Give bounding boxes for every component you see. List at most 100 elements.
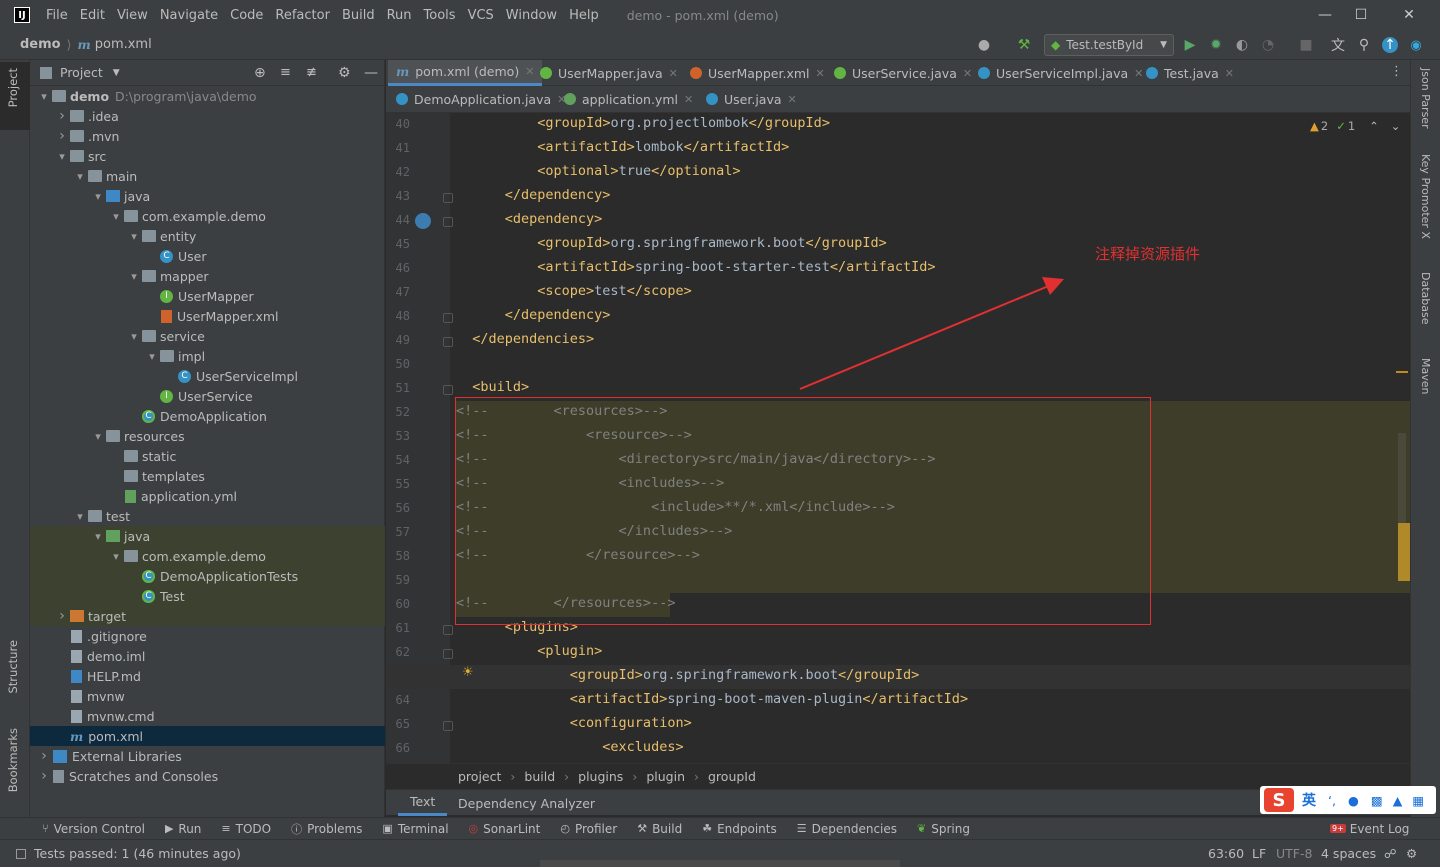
- menu-navigate[interactable]: Navigate: [154, 8, 224, 23]
- menu-help[interactable]: Help: [563, 8, 605, 23]
- tree-item[interactable]: C DemoApplicationTests: [30, 566, 385, 586]
- close-icon[interactable]: ✕: [684, 93, 693, 106]
- editor-tab[interactable]: DemoApplication.java ✕: [388, 86, 574, 112]
- menu-build[interactable]: Build: [336, 8, 381, 23]
- run-configuration-select[interactable]: ◆ Test.testById ▼: [1044, 34, 1174, 56]
- user-icon[interactable]: ●: [976, 37, 992, 53]
- translate-icon[interactable]: 文: [1330, 37, 1346, 54]
- tool-window-profiler[interactable]: ◴ Profiler: [560, 821, 617, 837]
- status-toggle-icon[interactable]: [16, 848, 26, 859]
- project-panel-title[interactable]: Project: [60, 65, 103, 80]
- chevron-down-icon[interactable]: ▾: [92, 430, 104, 443]
- editor-tab[interactable]: UserServiceImpl.java ✕: [970, 60, 1151, 86]
- menu-refactor[interactable]: Refactor: [269, 8, 336, 23]
- tab-dependency-analyzer[interactable]: Dependency Analyzer: [458, 790, 595, 816]
- line-separator[interactable]: LF: [1252, 846, 1266, 861]
- close-icon[interactable]: ✕: [816, 67, 825, 80]
- tree-item[interactable]: ▾ main: [30, 166, 385, 186]
- editor-tab[interactable]: User.java ✕: [698, 86, 805, 112]
- breadcrumb-item[interactable]: project: [458, 769, 501, 784]
- tool-window-todo[interactable]: ≡ TODO: [221, 821, 271, 837]
- stop-icon[interactable]: ■: [1298, 37, 1314, 53]
- tool-window-version-control[interactable]: ⑂ Version Control: [42, 821, 145, 837]
- tool-window-terminal[interactable]: ▣ Terminal: [382, 821, 448, 837]
- close-icon[interactable]: ✕: [1225, 67, 1234, 80]
- ime-toolbar[interactable]: S 英 ‘, ● ▩ ▲ ▦: [1260, 786, 1436, 814]
- tree-item[interactable]: .gitignore: [30, 626, 385, 646]
- tool-window-problems[interactable]: ⓘ Problems: [291, 821, 362, 837]
- lock-icon[interactable]: ☍: [1384, 846, 1397, 861]
- chevron-down-icon[interactable]: ⌄: [1391, 119, 1401, 133]
- horizontal-scrollbar[interactable]: [540, 860, 900, 867]
- plugin-icon[interactable]: ◉: [1408, 37, 1424, 53]
- tree-item[interactable]: ▾ java: [30, 186, 385, 206]
- close-button[interactable]: ✕: [1386, 0, 1432, 30]
- inspection-widget[interactable]: ▲ 2 ✓ 1 ⌃ ⌄: [1310, 119, 1400, 133]
- chevron-up-icon[interactable]: ⌃: [1369, 119, 1379, 133]
- menu-tools[interactable]: Tools: [418, 8, 462, 23]
- tree-item[interactable]: › .mvn: [30, 126, 385, 146]
- chevron-down-icon[interactable]: ▾: [74, 510, 86, 523]
- sogou-icon[interactable]: S: [1264, 788, 1294, 812]
- maven-tool-tab[interactable]: Maven: [1419, 358, 1432, 394]
- more-tabs-icon[interactable]: ⋮: [1390, 64, 1403, 79]
- breadcrumb-file[interactable]: pom.xml: [95, 37, 152, 52]
- chevron-right-icon[interactable]: ›: [56, 108, 68, 124]
- menu-view[interactable]: View: [111, 8, 154, 23]
- tree-item[interactable]: ▾ resources: [30, 426, 385, 446]
- tree-item[interactable]: demo.iml: [30, 646, 385, 666]
- tree-item[interactable]: ▾ java: [30, 526, 385, 546]
- tree-item[interactable]: › Scratches and Consoles: [30, 766, 385, 786]
- expand-all-icon[interactable]: ≡: [280, 65, 291, 80]
- run-icon[interactable]: ▶: [1182, 37, 1198, 53]
- skin-icon[interactable]: ▲: [1393, 793, 1403, 808]
- tree-item[interactable]: › External Libraries: [30, 746, 385, 766]
- tree-item[interactable]: templates: [30, 466, 385, 486]
- tree-item[interactable]: C Test: [30, 586, 385, 606]
- menu-code[interactable]: Code: [224, 8, 269, 23]
- tree-item[interactable]: ▾ test: [30, 506, 385, 526]
- status-message[interactable]: Tests passed: 1 (46 minutes ago): [34, 846, 241, 861]
- menu-edit[interactable]: Edit: [74, 8, 111, 23]
- chevron-down-icon[interactable]: ▾: [128, 230, 140, 243]
- menu-run[interactable]: Run: [381, 8, 418, 23]
- chevron-right-icon[interactable]: ›: [56, 128, 68, 144]
- tree-item[interactable]: application.yml: [30, 486, 385, 506]
- editor-tab[interactable]: Test.java ✕: [1138, 60, 1242, 86]
- file-encoding[interactable]: UTF-8: [1276, 846, 1312, 861]
- tree-item[interactable]: static: [30, 446, 385, 466]
- grid-icon[interactable]: ▦: [1412, 793, 1424, 808]
- gear-icon[interactable]: ⚙: [338, 65, 351, 81]
- editor-tab[interactable]: UserService.java ✕: [826, 60, 980, 86]
- tree-item[interactable]: ▾ src: [30, 146, 385, 166]
- build-hammer-icon[interactable]: ⚒: [1016, 37, 1032, 53]
- notification-icon[interactable]: ⚙: [1406, 846, 1417, 861]
- profile-icon[interactable]: ◔: [1260, 37, 1276, 53]
- chevron-right-icon[interactable]: ›: [38, 748, 50, 764]
- collapse-all-icon[interactable]: ≢: [306, 65, 317, 80]
- tree-item[interactable]: ▾ com.example.demo: [30, 206, 385, 226]
- event-log-button[interactable]: 9+ Event Log: [1330, 822, 1409, 836]
- key-promoter-tool-tab[interactable]: Key Promoter X: [1419, 154, 1432, 239]
- chevron-down-icon[interactable]: ▾: [128, 270, 140, 283]
- tool-window-endpoints[interactable]: ☘ Endpoints: [702, 821, 777, 837]
- tree-item[interactable]: ▾ mapper: [30, 266, 385, 286]
- coverage-icon[interactable]: ◐: [1234, 37, 1250, 53]
- database-tool-tab[interactable]: Database: [1419, 272, 1432, 325]
- tool-window-run[interactable]: ▶ Run: [165, 821, 201, 837]
- chevron-down-icon[interactable]: ▾: [92, 530, 104, 543]
- code-editor[interactable]: 40 41 42 43 44 45 46 47 48 49 50 51 52 53 54 55 56 57 58 59…: [386, 113, 1410, 763]
- chevron-right-icon[interactable]: ›: [38, 768, 50, 784]
- menu-window[interactable]: Window: [500, 8, 563, 23]
- breadcrumb-item[interactable]: build: [524, 769, 555, 784]
- chevron-down-icon[interactable]: ▾: [74, 170, 86, 183]
- chevron-down-icon[interactable]: ▼: [113, 68, 120, 78]
- editor-tab[interactable]: m pom.xml (demo) ✕: [388, 60, 543, 86]
- menu-file[interactable]: File: [40, 8, 74, 23]
- intention-bulb-icon[interactable]: ☀: [462, 665, 474, 680]
- tree-item[interactable]: I UserMapper: [30, 286, 385, 306]
- chevron-down-icon[interactable]: ▾: [146, 350, 158, 363]
- menu-vcs[interactable]: VCS: [462, 8, 500, 23]
- tree-item[interactable]: › target: [30, 606, 385, 626]
- editor-tab[interactable]: application.yml ✕: [556, 86, 701, 112]
